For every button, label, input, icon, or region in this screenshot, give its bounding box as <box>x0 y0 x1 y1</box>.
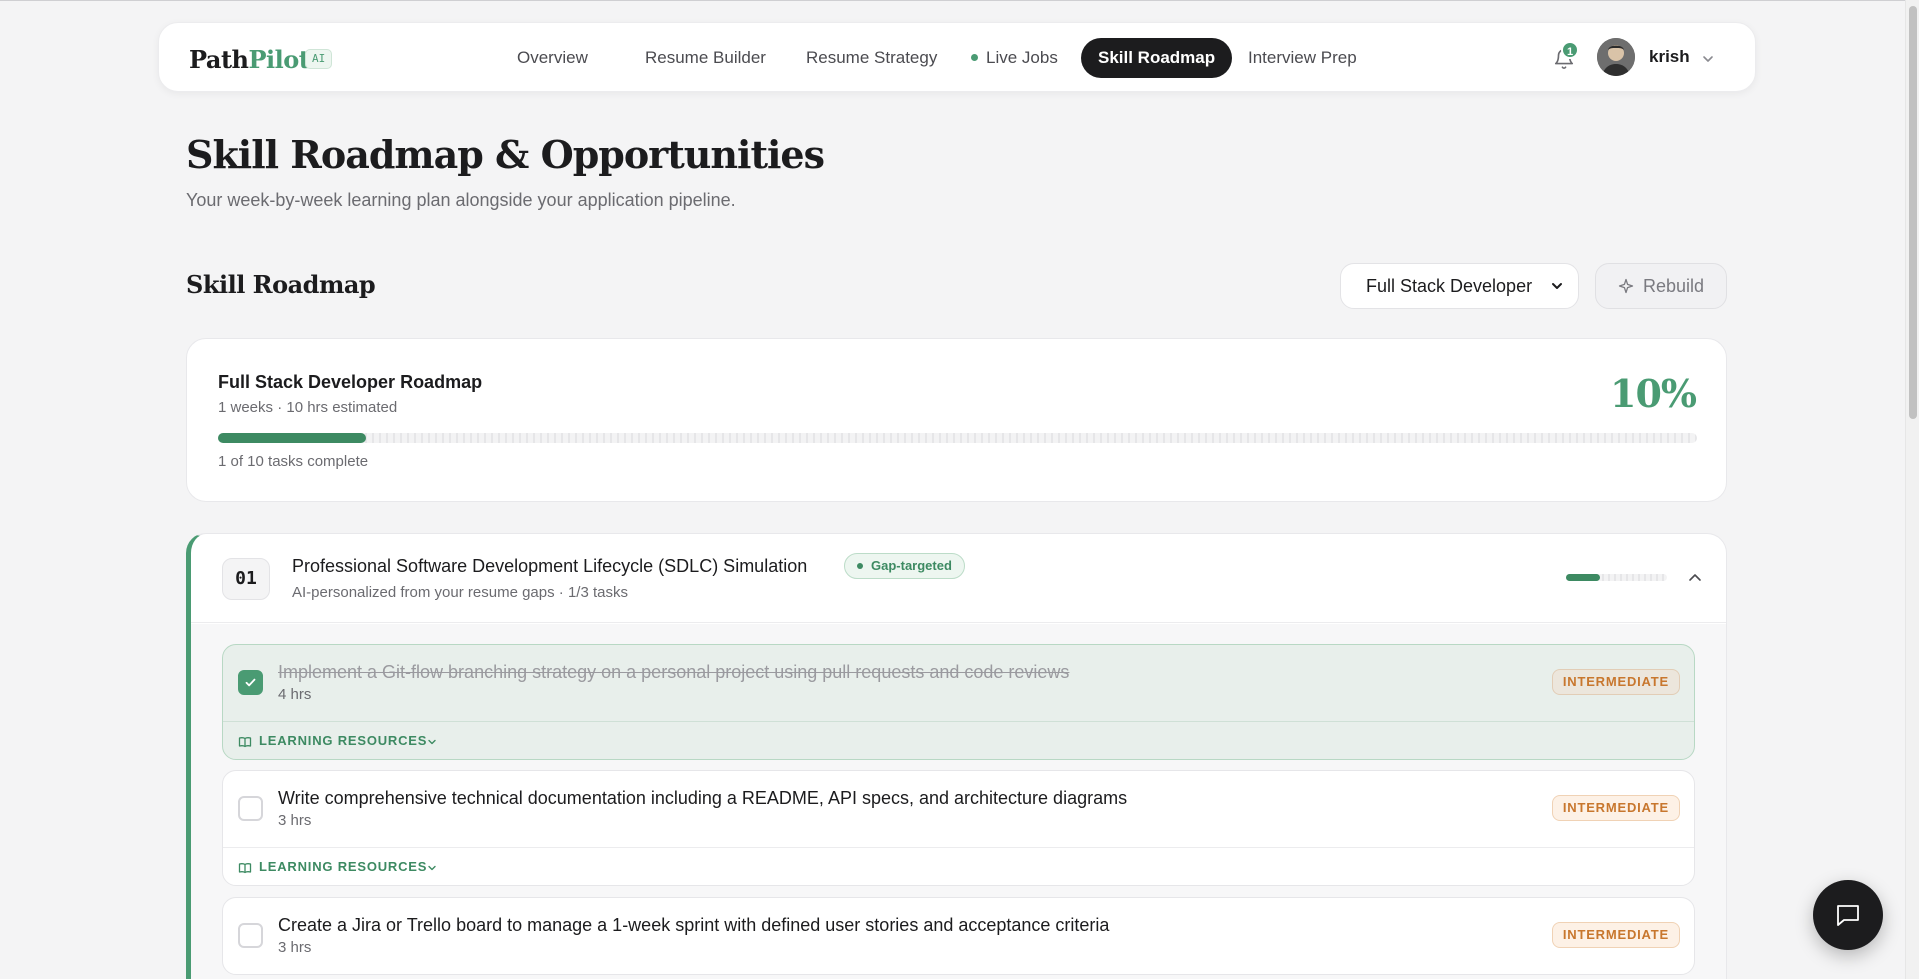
learning-resources-toggle[interactable]: LEARNING RESOURCES <box>223 847 1694 885</box>
task-hours: 3 hrs <box>278 812 312 829</box>
tasks-list: Implement a Git-flow branching strategy … <box>191 624 1726 979</box>
roadmap-summary-card: Full Stack Developer Roadmap 1 weeks · 1… <box>186 338 1727 502</box>
sparkle-icon <box>1618 278 1634 294</box>
avatar-image <box>1597 38 1635 76</box>
page-scrollbar[interactable] <box>1905 0 1919 979</box>
task-hours: 4 hrs <box>278 686 312 703</box>
badge-dot <box>857 563 863 569</box>
week-meta: AI-personalized from your resume gaps · … <box>292 584 628 601</box>
week-number: 01 <box>222 558 270 600</box>
nav-links: Overview Resume Builder Resume Strategy … <box>159 38 1755 78</box>
page-subtitle: Your week-by-week learning plan alongsid… <box>186 190 736 210</box>
level-badge: INTERMEDIATE <box>1551 669 1680 695</box>
book-open-icon <box>238 737 252 748</box>
nav-link-live-jobs[interactable]: Live Jobs <box>959 38 1070 78</box>
chat-bubble-icon <box>1837 905 1859 926</box>
book-open-icon <box>238 863 252 874</box>
role-select-value: Full Stack Developer <box>1366 276 1533 296</box>
week-progress-fill <box>1566 574 1600 581</box>
check-icon <box>245 678 256 687</box>
summary-tasks-complete: 1 of 10 tasks complete <box>218 453 369 470</box>
live-indicator-dot <box>971 54 978 61</box>
nav-link-resume-strategy[interactable]: Resume Strategy <box>794 38 949 78</box>
chevron-down-icon <box>428 739 436 745</box>
user-menu-chevron-down-icon[interactable] <box>1701 52 1715 66</box>
nav-link-resume-builder[interactable]: Resume Builder <box>633 38 778 78</box>
chevron-up-icon[interactable] <box>1687 570 1703 586</box>
summary-progress-bar <box>218 433 1697 443</box>
rebuild-button[interactable]: Rebuild <box>1595 263 1727 309</box>
notification-count-badge: 1 <box>1561 41 1579 59</box>
task-checkbox[interactable] <box>238 923 263 948</box>
week-header[interactable]: 01 Professional Software Development Lif… <box>191 534 1726 623</box>
gap-targeted-badge: Gap-targeted <box>844 553 965 579</box>
task-hours: 3 hrs <box>278 939 312 956</box>
task-item: Implement a Git-flow branching strategy … <box>222 644 1695 760</box>
page-title: Skill Roadmap & Opportunities <box>186 132 825 177</box>
nav-link-interview-prep[interactable]: Interview Prep <box>1236 38 1369 78</box>
chevron-down-icon <box>1552 283 1562 289</box>
task-main-row: Implement a Git-flow branching strategy … <box>223 645 1694 721</box>
window-top-border <box>0 0 1919 1</box>
level-badge: INTERMEDIATE <box>1551 795 1680 821</box>
learning-resources-label: LEARNING RESOURCES <box>259 733 428 748</box>
week-title: Professional Software Development Lifecy… <box>292 556 808 576</box>
learning-resources-label: LEARNING RESOURCES <box>259 859 428 874</box>
role-select[interactable]: Full Stack Developer <box>1340 263 1579 309</box>
learning-resources-toggle[interactable]: LEARNING RESOURCES <box>223 721 1694 759</box>
nav-link-skill-roadmap[interactable]: Skill Roadmap <box>1081 38 1233 78</box>
gap-targeted-label: Gap-targeted <box>871 558 952 573</box>
chevron-down-icon <box>428 865 436 871</box>
summary-title: Full Stack Developer Roadmap <box>218 372 483 392</box>
task-title: Create a Jira or Trello board to manage … <box>278 915 1110 935</box>
task-checkbox[interactable] <box>238 670 263 695</box>
summary-meta: 1 weeks · 10 hrs estimated <box>218 399 398 416</box>
task-checkbox[interactable] <box>238 796 263 821</box>
task-main-row: Write comprehensive technical documentat… <box>223 771 1694 847</box>
week-progress-bar <box>1566 574 1667 581</box>
task-title: Implement a Git-flow branching strategy … <box>278 662 1070 682</box>
nav-link-live-jobs-label: Live Jobs <box>986 48 1058 67</box>
top-navbar: PathPilot AI Overview Resume Builder Res… <box>158 22 1756 92</box>
section-title-skill-roadmap: Skill Roadmap <box>186 270 376 299</box>
level-badge: INTERMEDIATE <box>1551 922 1680 948</box>
nav-link-overview[interactable]: Overview <box>505 38 600 78</box>
avatar[interactable] <box>1597 38 1635 76</box>
scrollbar-thumb[interactable] <box>1909 6 1917 419</box>
summary-progress-fill <box>218 433 366 443</box>
task-item: Write comprehensive technical documentat… <box>222 770 1695 886</box>
chat-button[interactable] <box>1813 880 1883 950</box>
summary-percent: 10% <box>1610 371 1697 416</box>
task-title: Write comprehensive technical documentat… <box>278 788 1128 808</box>
username[interactable]: krish <box>1649 47 1690 67</box>
week-card: 01 Professional Software Development Lif… <box>186 533 1727 979</box>
rebuild-button-label: Rebuild <box>1643 276 1705 296</box>
task-item: Create a Jira or Trello board to manage … <box>222 897 1695 975</box>
task-main-row: Create a Jira or Trello board to manage … <box>223 898 1694 974</box>
